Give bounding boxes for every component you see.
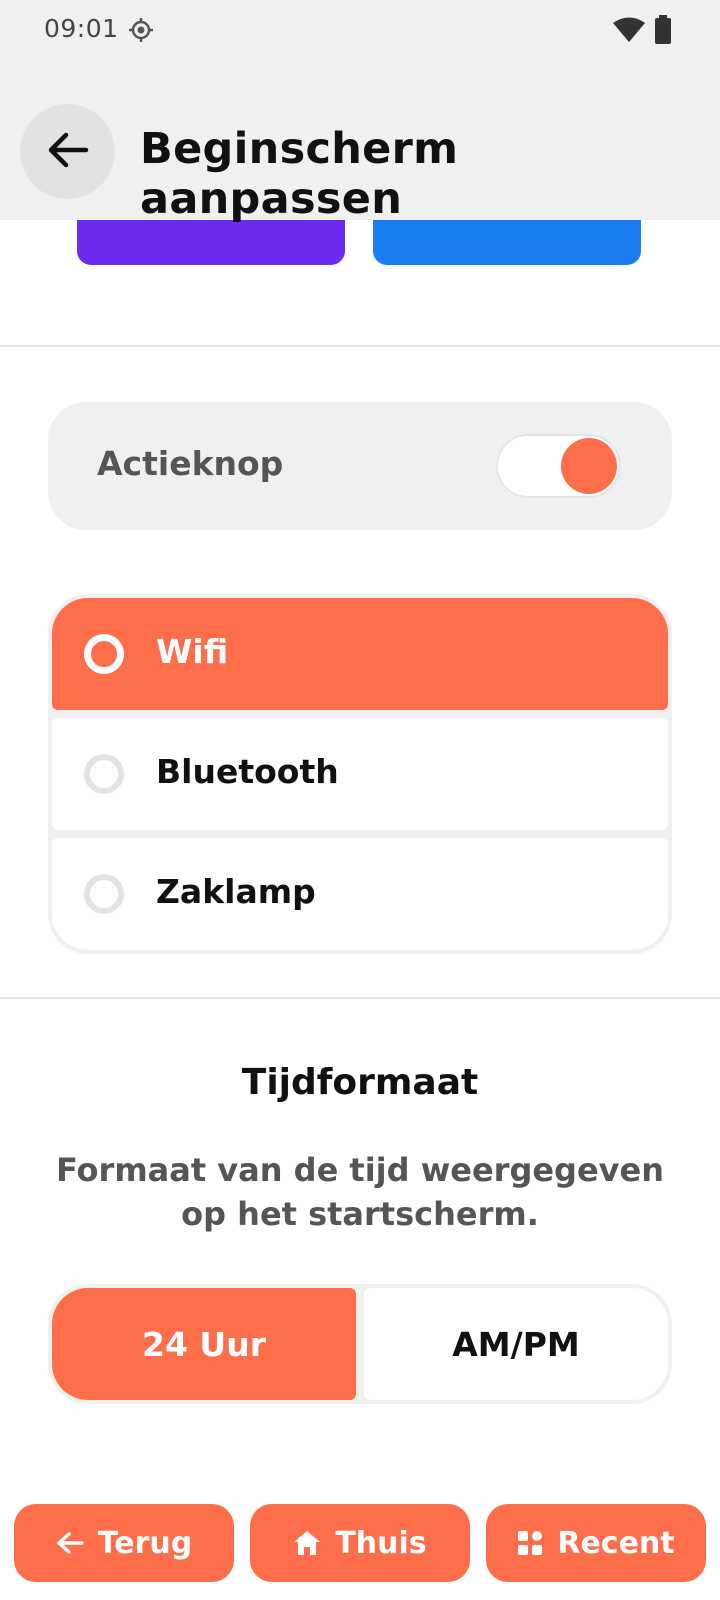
status-time: 09:01 bbox=[44, 14, 119, 43]
option-label: Wifi bbox=[156, 632, 229, 671]
back-button[interactable] bbox=[20, 104, 115, 199]
section-divider bbox=[0, 997, 720, 999]
option-bluetooth[interactable]: Bluetooth bbox=[52, 718, 668, 830]
nav-back-button[interactable]: Terug bbox=[14, 1504, 234, 1582]
app-header: Beginscherm aanpassen bbox=[0, 62, 720, 224]
time-format-description: Formaat van de tijd weergegeven op het s… bbox=[55, 1151, 664, 1233]
option-label: Zaklamp bbox=[156, 872, 316, 911]
nav-back-label: Terug bbox=[97, 1525, 193, 1561]
nav-home-button[interactable]: Thuis bbox=[250, 1504, 470, 1582]
home-icon bbox=[293, 1530, 321, 1556]
page-title: Beginscherm aanpassen bbox=[140, 124, 459, 224]
option-flashlight[interactable]: Zaklamp bbox=[52, 838, 668, 950]
action-button-toggle[interactable] bbox=[496, 434, 621, 498]
radio-unselected-icon bbox=[84, 874, 124, 914]
radio-selected-icon bbox=[84, 634, 124, 674]
arrow-left-icon bbox=[56, 1531, 84, 1555]
arrow-left-icon bbox=[46, 130, 90, 174]
nav-home-label: Thuis bbox=[335, 1525, 427, 1561]
nav-recent-label: Recent bbox=[557, 1525, 675, 1561]
radio-unselected-icon bbox=[84, 754, 124, 794]
time-format-title: Tijdformaat bbox=[241, 1062, 479, 1103]
status-bar: 09:01 bbox=[0, 0, 720, 62]
grid-icon bbox=[517, 1530, 543, 1556]
action-button-label: Actieknop bbox=[97, 444, 284, 483]
time-format-selector: 24 Uur AM/PM bbox=[48, 1284, 672, 1404]
wifi-icon bbox=[612, 16, 646, 48]
option-label: Bluetooth bbox=[156, 752, 339, 791]
gps-icon bbox=[128, 17, 154, 47]
time-format-ampm[interactable]: AM/PM bbox=[364, 1288, 668, 1400]
time-format-24h[interactable]: 24 Uur bbox=[52, 1288, 356, 1400]
battery-icon bbox=[654, 15, 672, 49]
bottom-nav: Terug Thuis Recent bbox=[0, 1504, 720, 1584]
toggle-knob bbox=[561, 438, 617, 494]
action-options-group: Wifi Bluetooth Zaklamp bbox=[48, 594, 672, 954]
option-wifi[interactable]: Wifi bbox=[52, 598, 668, 710]
section-divider bbox=[0, 345, 720, 347]
nav-recent-button[interactable]: Recent bbox=[486, 1504, 706, 1582]
action-button-card: Actieknop bbox=[48, 402, 672, 530]
